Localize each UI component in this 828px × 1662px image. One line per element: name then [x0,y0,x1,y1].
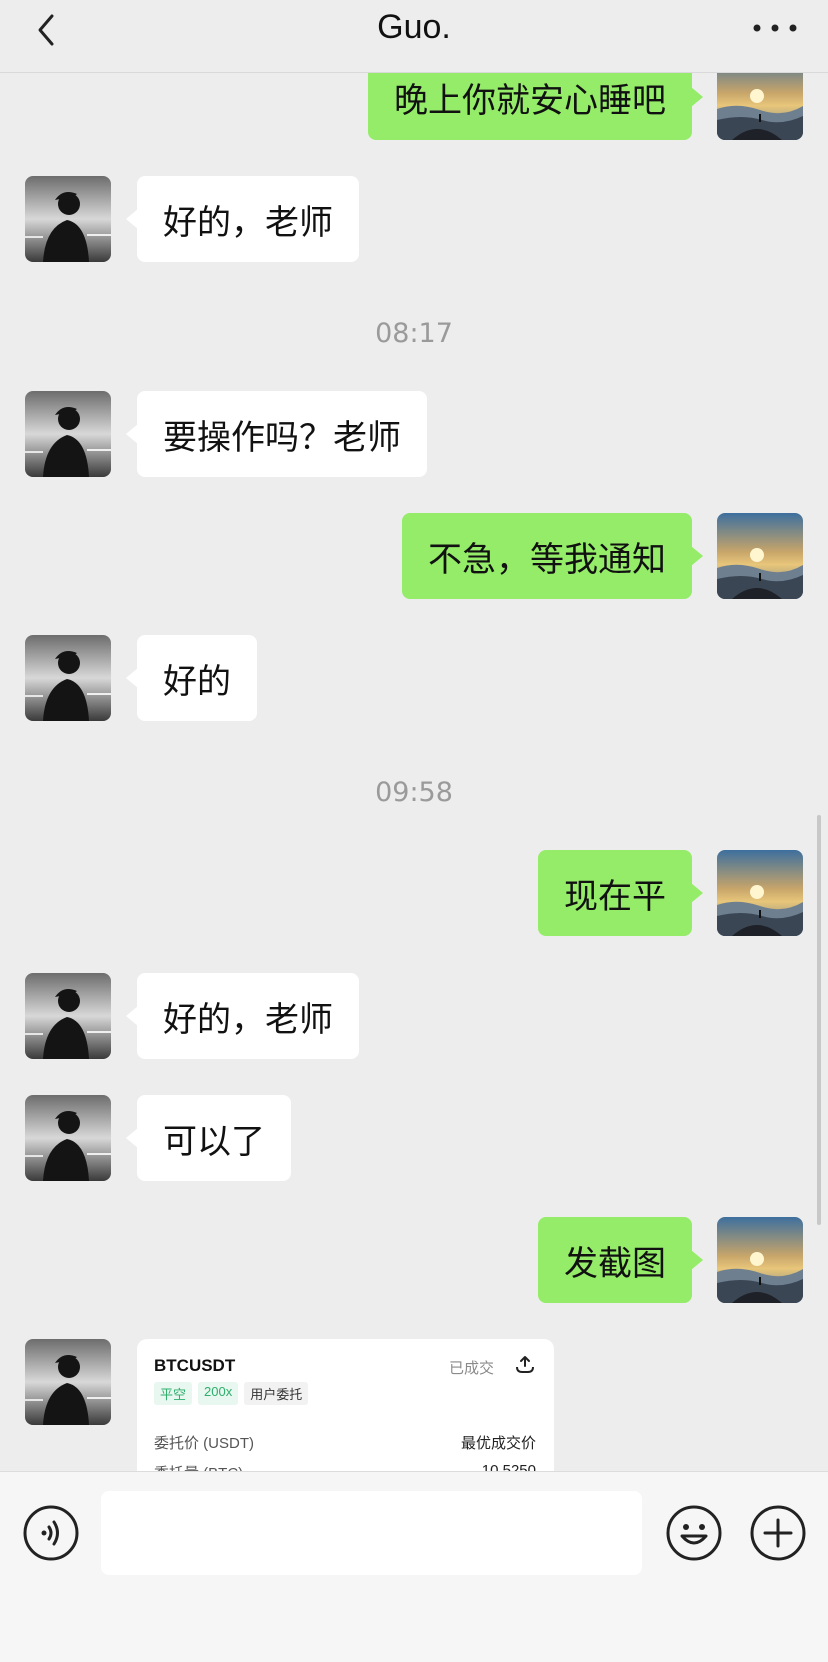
message-text: 不急，等我通知 [428,539,666,580]
more-dots-icon[interactable] [750,18,800,38]
avatar-contact[interactable] [25,1339,111,1425]
message-bubble-outgoing[interactable]: 现在平 [538,850,703,936]
trade-tags: 平空 200x 用户委托 [154,1382,309,1405]
avatar-self[interactable] [717,850,803,936]
input-bar [0,1471,828,1662]
message-text: 晚上你就安心睡吧 [394,80,666,121]
message-text: 发截图 [564,1243,666,1284]
message-text: 要操作吗？老师 [163,417,401,458]
timestamp: 08:17 [375,318,453,349]
message-bubble-incoming[interactable]: 好的，老师 [126,973,359,1059]
emoji-icon[interactable] [665,1504,723,1562]
message-bubble-outgoing[interactable]: 发截图 [538,1217,703,1303]
message-text: 好的，老师 [163,999,333,1040]
chat-title: Guo. [377,8,451,46]
message-bubble-incoming[interactable]: 要操作吗？老师 [126,391,427,477]
avatar-contact[interactable] [25,391,111,477]
avatar-contact[interactable] [25,176,111,262]
avatar-self[interactable] [717,513,803,599]
message-bubble-outgoing[interactable]: 不急，等我通知 [402,513,703,599]
voice-icon[interactable] [22,1504,80,1562]
share-icon [516,1356,534,1373]
trade-price-row: 委托价 (USDT) 最优成交价 [154,1432,536,1453]
message-text: 好的 [163,661,231,702]
plus-icon[interactable] [749,1504,807,1562]
chat-header: Guo. [0,0,828,73]
trade-screenshot-message[interactable]: BTCUSDT 已成交 平空 200x 用户委托 委托价 (USDT) 最优成交… [137,1339,554,1482]
message-text: 现在平 [564,876,666,917]
message-text: 可以了 [163,1121,265,1162]
tag-order-type: 用户委托 [244,1382,309,1405]
tag-leverage: 200x [198,1382,239,1405]
trade-status: 已成交 [448,1360,494,1377]
avatar-contact[interactable] [25,1095,111,1181]
avatar-contact[interactable] [25,635,111,721]
trade-symbol: BTCUSDT [154,1356,236,1375]
avatar-self[interactable] [717,1217,803,1303]
message-bubble-incoming[interactable]: 好的，老师 [126,176,359,262]
price-label: 委托价 (USDT) [154,1435,254,1452]
scrollbar[interactable] [817,815,821,1225]
message-text: 好的，老师 [163,202,333,243]
message-bubble-incoming[interactable]: 可以了 [126,1095,291,1181]
message-bubble-incoming[interactable]: 好的 [126,635,257,721]
avatar-contact[interactable] [25,973,111,1059]
message-input[interactable] [101,1491,642,1575]
tag-side: 平空 [154,1382,193,1405]
price-value: 最优成交价 [460,1435,536,1452]
timestamp: 09:58 [375,777,453,808]
